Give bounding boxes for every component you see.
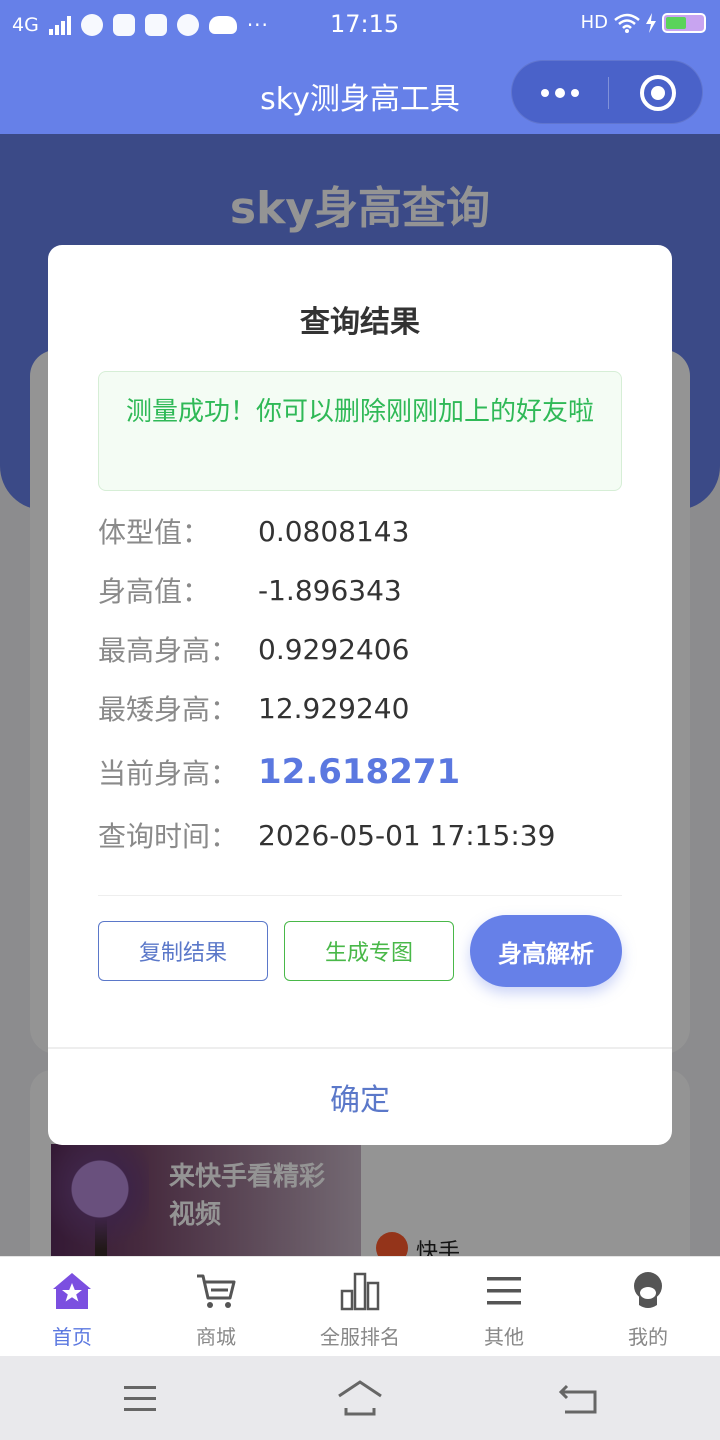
app-notification-icon (80, 14, 103, 36)
row-value: 0.0808143 (258, 514, 410, 548)
profile-icon (634, 1272, 662, 1308)
row-value: -1.896343 (258, 573, 402, 607)
result-row-query-time: 查询时间： 2026-05-01 17:15:39 (98, 815, 622, 855)
back-nav-icon[interactable] (555, 1376, 605, 1420)
status-right: HD (581, 12, 706, 33)
result-row-height-value: 身高值： -1.896343 (98, 570, 622, 610)
row-label: 身高值： (98, 575, 211, 608)
status-left: 4G ··· (12, 10, 269, 40)
tab-home[interactable]: 首页 (0, 1257, 144, 1357)
system-navigation-bar (0, 1356, 720, 1440)
row-label: 最高身高： (98, 634, 239, 667)
modal-title: 查询结果 (300, 305, 420, 340)
status-bar: 4G ··· 17:15 HD (0, 0, 720, 52)
confirm-button[interactable]: 确定 (48, 1049, 672, 1145)
more-dots-icon[interactable] (512, 61, 608, 125)
cloud-notification-icon (208, 16, 237, 34)
row-value: 2026-05-01 17:15:39 (258, 818, 556, 852)
charging-icon (646, 12, 656, 33)
row-label: 查询时间： (98, 820, 239, 853)
divider (98, 895, 622, 896)
tab-ranking[interactable]: 全服排名 (288, 1257, 432, 1357)
result-row-body-type: 体型值： 0.0808143 (98, 511, 622, 551)
result-row-current-height: 当前身高： 12.618271 (98, 752, 622, 792)
tab-bar: 首页 商城 全服排名 其他 我的 (0, 1256, 720, 1356)
signal-icon (48, 15, 71, 35)
height-analysis-button[interactable]: 身高解析 (470, 915, 622, 987)
clock: 17:15 (330, 10, 400, 38)
tab-label: 其他 (484, 1325, 524, 1349)
tab-other[interactable]: 其他 (432, 1257, 576, 1357)
result-row-max-height: 最高身高： 0.9292406 (98, 629, 622, 669)
battery-icon (662, 12, 706, 33)
menu-icon (487, 1277, 521, 1305)
tab-shop[interactable]: 商城 (144, 1257, 288, 1357)
title-bar: sky测身高工具 (0, 52, 720, 134)
home-star-icon (53, 1273, 91, 1309)
mini-program-capsule (511, 60, 703, 124)
recent-apps-icon[interactable] (115, 1376, 165, 1420)
tab-label: 商城 (196, 1325, 236, 1349)
row-label: 当前身高： (98, 757, 239, 790)
hand-notification-icon (144, 14, 167, 36)
generate-image-button[interactable]: 生成专图 (284, 921, 454, 981)
hd-indicator: HD (580, 12, 608, 33)
row-label: 最矮身高： (98, 693, 239, 726)
success-message: 测量成功！你可以删除刚刚加上的好友啦 (98, 371, 622, 491)
tab-mine[interactable]: 我的 (576, 1257, 720, 1357)
mail-notification-icon (112, 14, 135, 36)
wifi-icon (614, 13, 640, 33)
chat-notification-icon (176, 14, 199, 36)
row-value: 12.929240 (258, 691, 410, 725)
current-height-value: 12.618271 (258, 752, 461, 792)
tab-label: 首页 (52, 1325, 92, 1349)
tab-label: 我的 (628, 1325, 668, 1349)
cart-icon (197, 1274, 236, 1308)
row-label: 体型值： (98, 516, 211, 549)
bar-chart-icon (340, 1272, 380, 1311)
row-value: 0.9292406 (258, 632, 410, 666)
target-close-icon[interactable] (640, 75, 676, 111)
battery-fill (666, 16, 686, 29)
result-modal: 查询结果 测量成功！你可以删除刚刚加上的好友啦 体型值： 0.0808143 身… (48, 245, 672, 1145)
tab-label: 全服排名 (320, 1325, 400, 1349)
result-row-min-height: 最矮身高： 12.929240 (98, 688, 622, 728)
home-nav-icon[interactable] (335, 1376, 385, 1420)
capsule-divider (608, 77, 609, 109)
more-notifications-icon: ··· (246, 13, 269, 37)
copy-result-button[interactable]: 复制结果 (98, 921, 268, 981)
network-type: 4G (12, 14, 39, 36)
